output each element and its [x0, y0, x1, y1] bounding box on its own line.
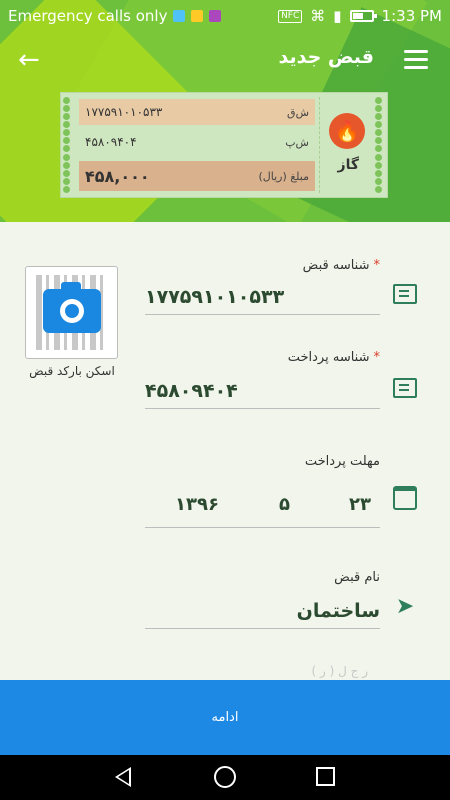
- header-area: ← قبض جدید 🔥 گاز ۱۷۷۵۹۱۰۱۰۵۳۳ ش‌ق ۴۵۸۰۹۴…: [0, 0, 450, 222]
- bill-id-value: ۱۷۷۵۹۱۰۱۰۵۳۳: [85, 105, 163, 119]
- receipt-icon: [393, 378, 417, 398]
- wifi-icon: ⌘: [310, 7, 326, 25]
- android-navbar: [0, 755, 450, 800]
- deadline-date-picker[interactable]: ۱۳۹۶ ۵ ۲۳: [145, 488, 380, 528]
- nav-home-icon[interactable]: [214, 766, 236, 788]
- amount-label: مبلغ (ریال): [258, 169, 309, 183]
- bill-id-label: شناسه قبض *: [302, 258, 380, 273]
- hamburger-menu-icon[interactable]: [404, 50, 428, 70]
- payment-id-input[interactable]: ۴۵۸۰۹۴۰۴: [145, 380, 380, 409]
- clock-time: 1:33 PM: [381, 7, 442, 25]
- deadline-year: ۱۳۹۶: [175, 494, 219, 515]
- bill-id-short-label: ش‌ق: [287, 105, 309, 119]
- page-title: قبض جدید: [278, 46, 374, 68]
- chat-app-icon: [209, 10, 222, 22]
- barcode-scan-button[interactable]: [25, 266, 118, 359]
- payment-id-value: ۴۵۸۰۹۴۰۴: [85, 135, 137, 149]
- deadline-month: ۵: [279, 494, 290, 515]
- app-bar: ← قبض جدید: [0, 40, 450, 80]
- bill-id-input[interactable]: ۱۷۷۵۹۱۰۱۰۵۳۳: [145, 286, 380, 315]
- ticket-perforation: [63, 97, 73, 193]
- ticket-perforation: [375, 97, 385, 193]
- bill-id-row: ۱۷۷۵۹۱۰۱۰۵۳۳ ش‌ق: [79, 99, 315, 125]
- faded-label: ر ج ل ( ر ): [311, 664, 369, 678]
- nfc-icon: NFC: [278, 9, 303, 23]
- ticket-divider: [319, 97, 320, 193]
- bill-name-label: نام قبض: [334, 570, 380, 585]
- amount-value: ۴۵۸,۰۰۰: [85, 166, 150, 186]
- nav-recents-icon[interactable]: [316, 767, 335, 786]
- flame-icon: 🔥: [329, 113, 365, 149]
- bill-type-label: گاز: [337, 157, 359, 173]
- calendar-icon[interactable]: [393, 486, 417, 510]
- play-store-icon: [191, 10, 204, 22]
- deadline-day: ۲۳: [349, 494, 371, 515]
- app-notification-icon: [173, 10, 186, 22]
- payment-id-short-label: ش‌پ: [285, 135, 309, 149]
- camera-icon: [43, 282, 101, 333]
- sim-icon: ▮: [333, 7, 342, 25]
- continue-button[interactable]: ادامه: [0, 680, 450, 755]
- carrier-text: Emergency calls only: [8, 7, 168, 25]
- tag-icon: ➤: [395, 594, 415, 619]
- battery-icon: [349, 10, 377, 22]
- payment-id-row: ۴۵۸۰۹۴۰۴ ش‌پ: [79, 129, 315, 155]
- payment-id-label: شناسه پرداخت *: [287, 350, 380, 365]
- scan-barcode-label: اسکن بارکد قبض: [29, 364, 115, 378]
- amount-row: ۴۵۸,۰۰۰ مبلغ (ریال): [79, 161, 315, 191]
- receipt-icon: [393, 284, 417, 304]
- bill-name-input[interactable]: ساختمان: [145, 600, 380, 629]
- status-bar: Emergency calls only NFC ⌘ ▮ 1:33 PM: [0, 0, 450, 32]
- bill-preview-card: 🔥 گاز ۱۷۷۵۹۱۰۱۰۵۳۳ ش‌ق ۴۵۸۰۹۴۰۴ ش‌پ ۴۵۸,…: [60, 92, 388, 198]
- deadline-label: مهلت پرداخت: [304, 454, 380, 469]
- nav-back-icon[interactable]: [115, 767, 131, 787]
- back-arrow-icon[interactable]: ←: [18, 47, 40, 73]
